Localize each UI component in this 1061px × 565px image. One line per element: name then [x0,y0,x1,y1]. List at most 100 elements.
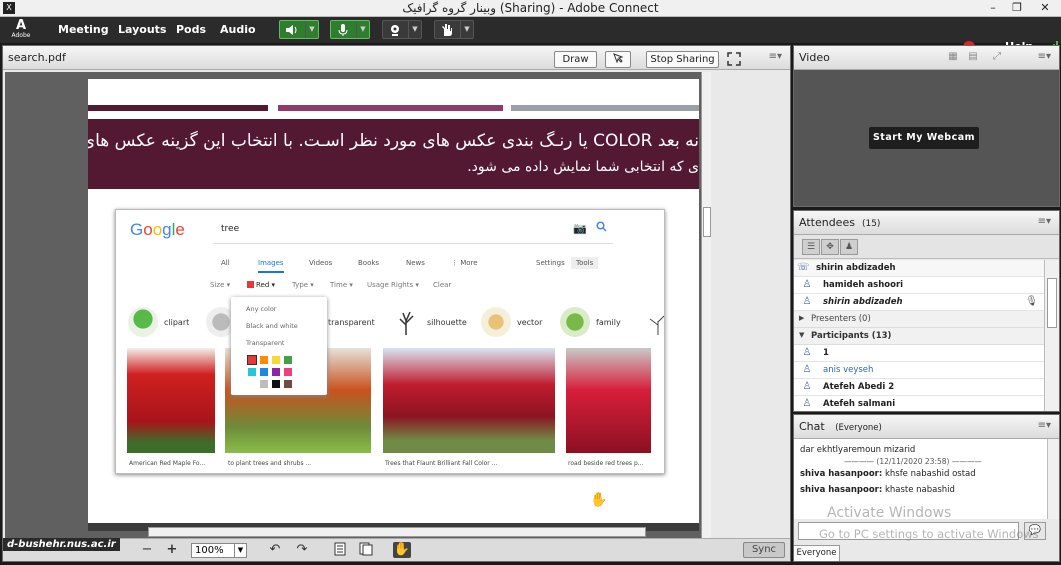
chat-message: dar ekhtlyaremoun mizarid [800,445,916,455]
filmstrip-view-icon[interactable]: ▤ [964,51,982,65]
filter-type: Type ▾ [292,281,314,289]
search-icon [596,221,607,235]
chevron-right-icon: ▶ [799,314,805,322]
fit-page-icon[interactable] [357,542,375,558]
microphone-dropdown-icon[interactable]: ▼ [356,21,369,38]
grid-view-icon[interactable]: ▦ [944,51,962,65]
host-user-icon: ♙ [802,296,812,307]
horizontal-scrollbar[interactable] [148,527,646,537]
vertical-scroll-thumb[interactable] [703,207,711,237]
swatch-orange [260,356,268,364]
hand-cursor-icon: ✋ [590,492,608,508]
participants-group[interactable]: ▼ Participants (13) [794,328,1044,345]
video-area: Start My Webcam [794,70,1059,206]
attendees-pod-menu[interactable]: ≡▾ [1038,216,1051,227]
swatch-brown [284,380,292,388]
window-titlebar: X وبینار گروه گرافیک (Sharing) - Adobe C… [0,0,1061,17]
attendees-pod-title: Attendees (15) [799,216,881,229]
list-item[interactable]: ♙ hamideh ashoori [794,277,1044,294]
list-item[interactable]: ♙ Atefeh Abedi 2 [794,379,1044,396]
undo-icon[interactable]: ↶ [266,542,284,558]
pdf-page: نه بعد COLOR یا رنـﮓ بندی عکس های مورد ن… [88,79,699,531]
draw-button[interactable]: Draw [554,51,597,68]
color-option-transparent: Transparent [246,339,285,347]
menu-layouts[interactable]: Layouts [118,23,166,36]
list-item[interactable]: ♙ 1 [794,345,1044,362]
video-pod-header: Video ▦ ▤ ⤢ ≡▾ [794,46,1059,70]
close-button[interactable]: ✕ [1030,0,1060,16]
hand-tool-icon[interactable]: ✋ [393,542,411,558]
speaker-dropdown-icon[interactable]: ▼ [305,21,318,38]
list-item[interactable]: ♙ shirin abdizadeh 🎙 [794,294,1044,311]
user-icon: ♙ [802,381,812,392]
swatch-blue [260,368,268,376]
presenters-group[interactable]: ▶ Presenters (0) [794,311,1044,328]
current-user-row[interactable]: ☏ shirin abdizadeh [794,260,1044,277]
raise-hand-dropdown-icon[interactable]: ▼ [460,21,473,38]
filter-usage-rights: Usage Rights ▾ [367,281,419,289]
google-tab-images: Images [258,259,284,273]
share-stage: نه بعد COLOR یا رنـﮓ بندی عکس های مورد ن… [5,72,711,538]
chat-scrollbar[interactable] [1047,439,1059,519]
google-tab-news: News [406,259,425,267]
list-item[interactable]: ♙ anis veyseh [794,362,1044,379]
attendees-list: ☏ shirin abdizadeh ♙ hamideh ashoori ♙ s… [794,260,1044,411]
speaker-icon [285,23,299,37]
video-pod-menu[interactable]: ≡▾ [1038,51,1051,62]
chat-pod-header: Chat (Everyone) ≡▾ [794,415,1059,439]
sync-button[interactable]: Sync [743,542,785,558]
webcam-button[interactable]: ▼ [382,20,422,39]
list-item[interactable]: ♙ Atefeh salmani [794,396,1044,411]
zoom-select[interactable]: 100% ▼ [191,543,247,558]
attendees-toolbar: ☰ ✥ ♟ [794,235,1059,259]
color-option-bw: Black and white [246,322,298,330]
attendees-scrollbar[interactable] [1044,260,1059,411]
grid-view-icon[interactable]: ✥ [821,239,839,255]
fullscreen-icon[interactable] [727,52,741,66]
google-screenshot: Google tree 📷 All Images Videos Books Ne… [115,209,665,474]
filter-color: Red ▾ [247,281,275,289]
result-image-4 [566,348,651,453]
speaker-button[interactable]: ▼ [279,20,319,39]
swatch-black [272,380,280,388]
result-image-3 [383,348,555,453]
result-caption-2: to plant trees and shrubs ... [228,460,312,467]
status-view-icon[interactable]: ♟ [840,239,858,255]
google-logo: Google [130,220,185,239]
share-pod-menu[interactable]: ≡▾ [769,51,782,62]
filter-size: Size ▾ [210,281,231,289]
menu-meeting[interactable]: Meeting [58,23,109,36]
vertical-scrollbar[interactable] [701,72,711,538]
chat-pod-menu[interactable]: ≡▾ [1038,420,1051,431]
attendees-pod-header: Attendees (15) ≡▾ [794,211,1059,235]
start-webcam-button[interactable]: Start My Webcam [869,127,979,149]
menu-audio[interactable]: Audio [220,23,256,36]
raise-hand-button[interactable]: ▼ [434,20,474,39]
window-title: وبینار گروه گرافیک (Sharing) - Adobe Con… [402,1,659,15]
share-pod-header: search.pdf Draw Stop Sharing ≡▾ [3,46,790,70]
microphone-icon: 🎙 [1025,296,1038,307]
fullscreen-video-icon[interactable]: ⤢ [988,51,1006,65]
menu-pods[interactable]: Pods [176,23,206,36]
restore-button[interactable]: ❐ [1002,0,1032,16]
result-caption-3: Trees that Flaunt Brilliant Fall Color .… [385,460,498,467]
color-filter-popup: Any color Black and white Transparent [231,297,327,395]
pointer-icon [612,53,624,67]
zoom-out-icon[interactable]: − [138,542,156,558]
chat-tab-everyone[interactable]: Everyone [794,545,840,561]
redo-icon[interactable]: ↷ [293,542,311,558]
activate-windows-watermark: Activate Windows Go to PC settings to ac… [819,505,1039,541]
attendees-scroll-thumb[interactable] [1047,278,1057,328]
stop-sharing-button[interactable]: Stop Sharing [646,51,719,68]
microphone-button[interactable]: ▼ [330,20,370,39]
pointer-tool-button[interactable] [605,51,631,68]
video-pod: Video ▦ ▤ ⤢ ≡▾ Start My Webcam [793,45,1060,207]
user-icon: ♙ [802,364,812,375]
webcam-icon [388,23,402,37]
webcam-dropdown-icon[interactable]: ▼ [408,21,421,38]
single-page-icon[interactable] [331,542,349,558]
camera-icon: 📷 [573,222,587,235]
zoom-in-icon[interactable]: + [163,542,181,558]
swatch-purple [272,368,280,376]
list-view-icon[interactable]: ☰ [802,239,820,255]
